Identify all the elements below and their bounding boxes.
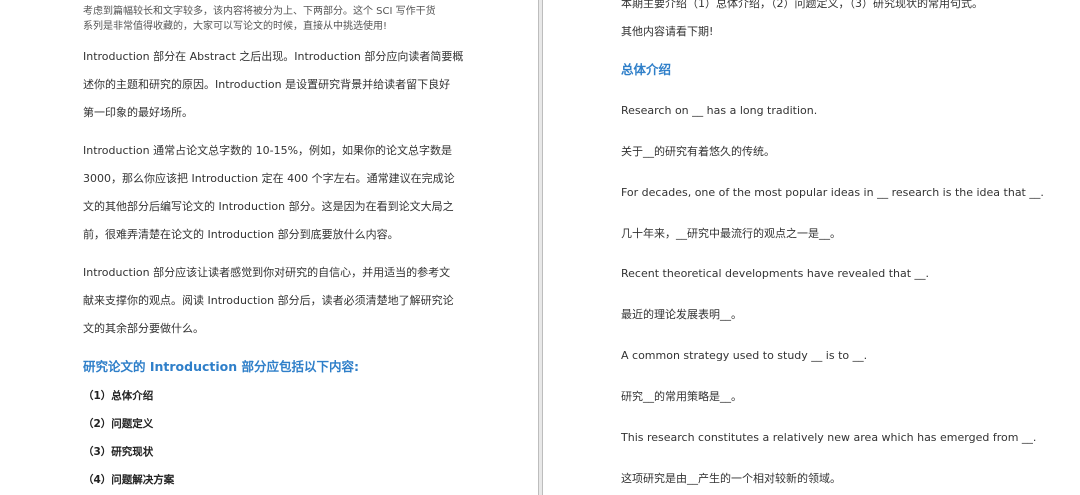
sentence-line: A common strategy used to study __ is to… bbox=[621, 349, 868, 362]
paragraph-line: 述你的主题和研究的原因。Introduction 是设置研究背景并给读者留下良好 bbox=[83, 78, 451, 91]
intro-line: 其他内容请看下期! bbox=[621, 25, 714, 38]
list-item: （1）总体介绍 bbox=[83, 390, 154, 402]
section-heading: 总体介绍 bbox=[621, 62, 672, 77]
sentence-line: 几十年来，__研究中最流行的观点之一是__。 bbox=[621, 227, 841, 240]
list-item: （2）问题定义 bbox=[83, 418, 154, 430]
top-note-line: 考虑到篇幅较长和文字较多，该内容将被分为上、下两部分。这个 SCI 写作干货 bbox=[83, 6, 436, 17]
sentence-line: Research on __ has a long tradition. bbox=[621, 104, 818, 117]
paragraph-line: 前，很难弄清楚在论文的 Introduction 部分到底要放什么内容。 bbox=[83, 228, 399, 241]
paragraph-line: Introduction 部分在 Abstract 之后出现。Introduct… bbox=[83, 50, 464, 63]
section-heading: 研究论文的 Introduction 部分应包括以下内容: bbox=[83, 359, 359, 374]
paragraph-line: 第一印象的最好场所。 bbox=[83, 106, 193, 119]
sentence-line: 这项研究是由__产生的一个相对较新的领域。 bbox=[621, 472, 841, 485]
sentence-line: For decades, one of the most popular ide… bbox=[621, 186, 1044, 199]
paragraph-line: 文的其余部分要做什么。 bbox=[83, 322, 204, 335]
paragraph-line: Introduction 通常占论文总字数的 10-15%，例如，如果你的论文总… bbox=[83, 144, 453, 157]
intro-line: 本期主要介绍（1）总体介绍，（2）问题定义，（3）研究现状的常用句式。 bbox=[621, 0, 983, 10]
sentence-line: Recent theoretical developments have rev… bbox=[621, 267, 930, 280]
list-item: （3）研究现状 bbox=[83, 446, 154, 458]
paragraph-line: 3000，那么你应该把 Introduction 定在 400 个字左右。通常建… bbox=[83, 172, 455, 185]
sentence-line: This research constitutes a relatively n… bbox=[621, 431, 1037, 444]
list-item: （4）问题解决方案 bbox=[83, 474, 175, 486]
paragraph-line: 文的其他部分后编写论文的 Introduction 部分。这是因为在看到论文大局… bbox=[83, 200, 454, 213]
paragraph-line: Introduction 部分应该让读者感觉到你对研究的自信心，并用适当的参考文 bbox=[83, 266, 451, 279]
sentence-line: 最近的理论发展表明__。 bbox=[621, 308, 742, 321]
document-viewer: 考虑到篇幅较长和文字较多，该内容将被分为上、下两部分。这个 SCI 写作干货 系… bbox=[0, 0, 1080, 495]
top-note-line: 系列是非常值得收藏的，大家可以写论文的时候，直接从中挑选使用! bbox=[83, 21, 388, 32]
right-page[interactable]: 本期主要介绍（1）总体介绍，（2）问题定义，（3）研究现状的常用句式。 其他内容… bbox=[542, 0, 1080, 495]
sentence-line: 关于__的研究有着悠久的传统。 bbox=[621, 145, 775, 158]
left-page[interactable]: 考虑到篇幅较长和文字较多，该内容将被分为上、下两部分。这个 SCI 写作干货 系… bbox=[0, 0, 539, 495]
paragraph-line: 献来支撑你的观点。阅读 Introduction 部分后，读者必须清楚地了解研究… bbox=[83, 294, 454, 307]
sentence-line: 研究__的常用策略是__。 bbox=[621, 390, 742, 403]
